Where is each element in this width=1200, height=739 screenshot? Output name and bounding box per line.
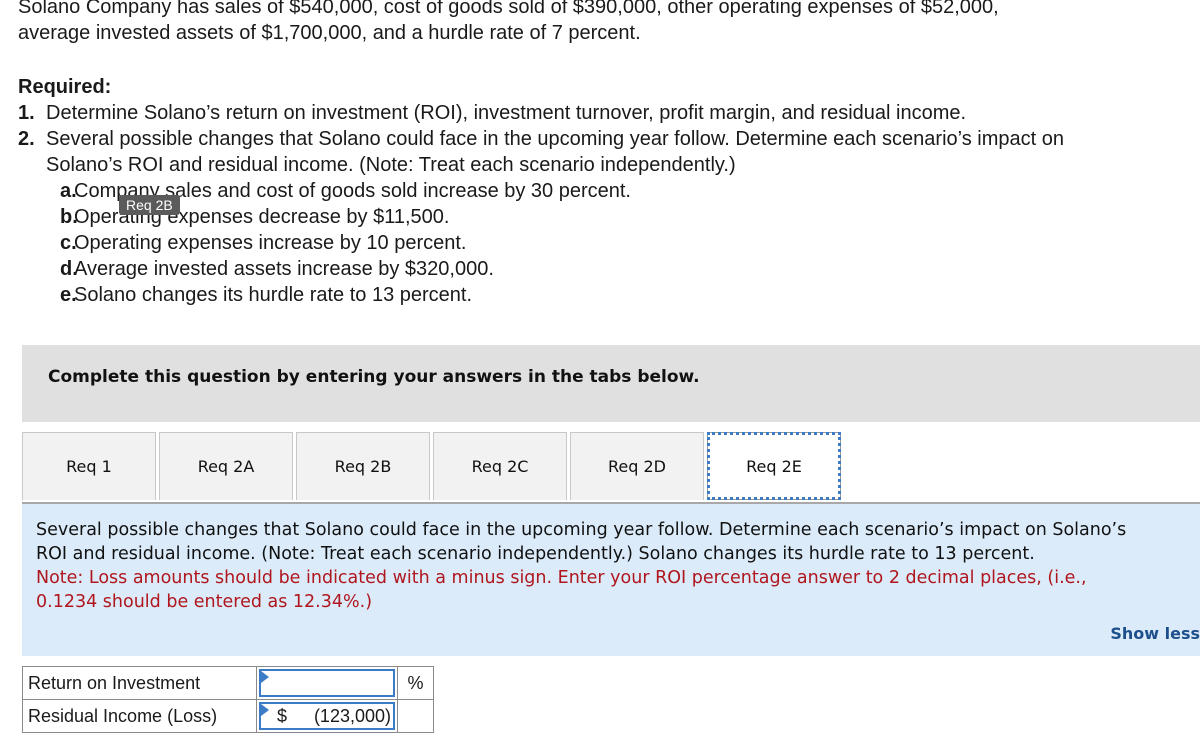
table-row-roi: Return on Investment %: [22, 666, 434, 700]
scenario-item: c. Operating expenses increase by 10 perc…: [42, 230, 1200, 256]
scenario-item: d. Average invested assets increase by $3…: [42, 256, 1200, 282]
requirement-tabs: Req 1 Req 2A Req 2B Req 2C Req 2D Req 2E: [22, 432, 844, 502]
residual-income-input[interactable]: $ (123,000): [259, 702, 395, 730]
scenario-text: Average invested assets increase by $320…: [74, 258, 494, 280]
required-item-1: 1. Determine Solano’s return on investme…: [18, 100, 1200, 126]
scenario-letter: b.: [60, 206, 78, 228]
residual-income-value[interactable]: (123,000): [314, 706, 391, 727]
panel-line-2: ROI and residual income. (Note: Treat ea…: [36, 544, 1035, 564]
required-heading: Required:: [18, 76, 112, 98]
answer-table: Return on Investment % Residual Income (…: [22, 666, 434, 733]
required-item-text: Determine Solano’s return on investment …: [46, 102, 967, 124]
scenario-letter: c.: [60, 232, 77, 254]
empty-unit-cell: [397, 699, 434, 733]
tab-req-2d[interactable]: Req 2D: [570, 432, 704, 500]
percent-unit: %: [397, 666, 434, 700]
tab-req-1[interactable]: Req 1: [22, 432, 156, 500]
input-flag-icon: [261, 671, 269, 683]
roi-cell: [256, 666, 398, 700]
scenario-list: a. Company sales and cost of goods sold i…: [18, 178, 1200, 308]
banner-text: Complete this question by entering your …: [48, 367, 700, 387]
residual-income-cell: $ (123,000): [256, 699, 398, 733]
scenario-letter: d.: [60, 258, 78, 280]
tab-req-2b[interactable]: Req 2B: [296, 432, 430, 500]
required-item-2: 2. Several possible changes that Solano …: [18, 126, 1200, 178]
table-row-residual-income: Residual Income (Loss) $ (123,000): [22, 699, 434, 733]
intro-line-1: Solano Company has sales of $540,000, co…: [18, 0, 999, 18]
roi-input-field[interactable]: [259, 669, 395, 697]
show-less-link[interactable]: Show less: [1110, 624, 1200, 643]
required-list: 1. Determine Solano’s return on investme…: [18, 100, 1200, 308]
scenario-letter: a.: [60, 180, 77, 202]
panel-note-line-1: Note: Loss amounts should be indicated w…: [36, 568, 1087, 588]
intro-line-2: average invested assets of $1,700,000, a…: [18, 22, 641, 44]
panel-line-1: Several possible changes that Solano cou…: [36, 520, 1127, 540]
required-item-number: 1.: [18, 102, 35, 124]
problem-intro: Solano Company has sales of $540,000, co…: [18, 0, 1198, 46]
required-item-text: Several possible changes that Solano cou…: [46, 128, 1064, 150]
scenario-text: Operating expenses increase by 10 percen…: [74, 232, 467, 254]
instruction-banner: Complete this question by entering your …: [22, 345, 1200, 422]
tab-req-2e[interactable]: Req 2E: [707, 432, 841, 500]
tab-content-panel: Several possible changes that Solano cou…: [22, 504, 1200, 656]
scenario-item: a. Company sales and cost of goods sold i…: [42, 178, 1200, 204]
panel-instructions: Several possible changes that Solano cou…: [36, 518, 1200, 614]
tab-tooltip: Req 2B: [119, 195, 180, 215]
tab-req-2a[interactable]: Req 2A: [159, 432, 293, 500]
required-item-number: 2.: [18, 128, 35, 150]
residual-income-label: Residual Income (Loss): [22, 699, 257, 733]
roi-label: Return on Investment: [22, 666, 257, 700]
tab-req-2c[interactable]: Req 2C: [433, 432, 567, 500]
dollar-sign: $: [277, 705, 288, 726]
scenario-text: Solano changes its hurdle rate to 13 per…: [74, 284, 473, 306]
input-flag-icon: [261, 704, 269, 716]
panel-note-line-2: 0.1234 should be entered as 12.34%.): [36, 592, 373, 612]
scenario-letter: e.: [60, 284, 77, 306]
scenario-item: b. Operating expenses decrease by $11,500…: [42, 204, 1200, 230]
required-item-text-continued: Solano’s ROI and residual income. (Note:…: [46, 154, 736, 176]
roi-input[interactable]: [261, 670, 393, 696]
scenario-item: e. Solano changes its hurdle rate to 13 p…: [42, 282, 1200, 308]
